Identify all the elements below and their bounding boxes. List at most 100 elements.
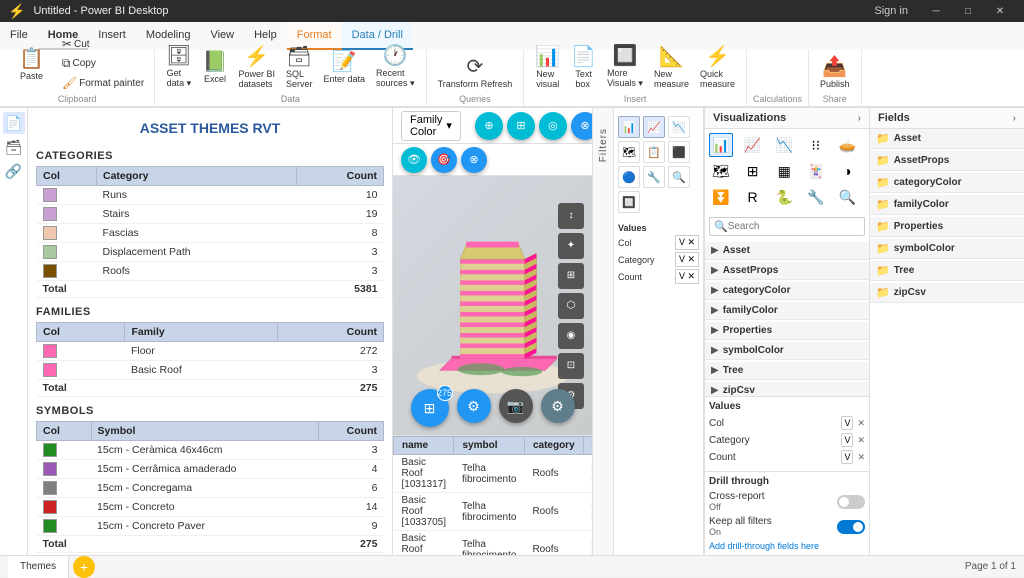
- transform-button[interactable]: ⟳ Transform Refresh: [433, 51, 518, 92]
- powerbi-datasets-button[interactable]: ⚡ Power BIdatasets: [233, 41, 280, 92]
- viz-matrix[interactable]: ▦: [772, 159, 796, 183]
- viz-table[interactable]: ⊞: [741, 159, 765, 183]
- format-painter-button[interactable]: 🖌 Format painter: [58, 74, 148, 92]
- view-eye-button[interactable]: 👁: [401, 147, 427, 173]
- filter-icon-3[interactable]: 📉: [668, 116, 690, 138]
- close-button[interactable]: ✕: [984, 0, 1016, 22]
- enter-data-button[interactable]: 📝 Enter data: [319, 46, 371, 87]
- view-filter2-button[interactable]: ⊗: [461, 147, 487, 173]
- viz-r-visual[interactable]: R: [741, 185, 765, 209]
- side-btn-2[interactable]: ✦: [558, 233, 584, 259]
- themes-tab[interactable]: Themes: [8, 556, 69, 578]
- new-visual-button[interactable]: 📊 Newvisual: [530, 41, 565, 92]
- count-value-dropdown[interactable]: V: [841, 450, 853, 464]
- field-group-zipcsv-header[interactable]: ▶ zipCsv: [705, 382, 869, 396]
- viz-pie[interactable]: 🥧: [835, 133, 859, 157]
- filter-icon-10[interactable]: 🔲: [618, 191, 640, 213]
- fields-tree-header[interactable]: 📁 Tree: [870, 261, 1024, 281]
- category-value-dropdown[interactable]: V: [841, 433, 853, 447]
- publish-button[interactable]: 📤 Publish: [815, 51, 855, 92]
- viz-panel-chevron[interactable]: ›: [858, 113, 861, 124]
- fields-asset-header[interactable]: 📁 Asset: [870, 129, 1024, 149]
- side-btn-3[interactable]: ⊞: [558, 263, 584, 289]
- viz-scatter[interactable]: ⁝⁝: [804, 133, 828, 157]
- text-box-button[interactable]: 📄 Textbox: [566, 41, 601, 92]
- nav-report-icon[interactable]: 📄: [3, 112, 25, 134]
- field-group-familycolor-header[interactable]: ▶ familyColor: [705, 302, 869, 320]
- bottom-camera-button[interactable]: 📷: [499, 389, 533, 423]
- side-btn-4[interactable]: ⬡: [558, 293, 584, 319]
- field-group-symbolcolor-header[interactable]: ▶ symbolColor: [705, 342, 869, 360]
- view-orbit-button[interactable]: ⊕: [475, 112, 503, 140]
- cut-button[interactable]: ✂ Cut: [58, 35, 148, 53]
- paste-button[interactable]: 📋 Paste: [14, 43, 49, 84]
- fields-zipcsv-header[interactable]: 📁 zipCsv: [870, 283, 1024, 303]
- filter-icon-7[interactable]: 🔵: [618, 166, 640, 188]
- filter-icon-9[interactable]: 🔍: [668, 166, 690, 188]
- col-value-remove[interactable]: ✕: [857, 418, 865, 429]
- minimize-button[interactable]: ─: [920, 0, 952, 22]
- count-value-remove[interactable]: ✕: [857, 452, 865, 463]
- add-drill-link[interactable]: Add drill-through fields here: [709, 541, 865, 551]
- view-filter-button[interactable]: ⊗: [571, 112, 592, 140]
- field-group-categorycolor-header[interactable]: ▶ categoryColor: [705, 282, 869, 300]
- category-value-remove[interactable]: ✕: [857, 435, 865, 446]
- field-group-asset-header[interactable]: ▶ Asset: [705, 242, 869, 260]
- excel-button[interactable]: 📗 Excel: [198, 46, 233, 87]
- search-input[interactable]: [728, 221, 860, 232]
- viz-funnel[interactable]: ⏬: [709, 185, 733, 209]
- viz-bar-chart[interactable]: 📊: [709, 133, 733, 157]
- filter-icon-6[interactable]: ⬛: [668, 141, 690, 163]
- sign-in-link[interactable]: Sign in: [874, 5, 908, 17]
- view-pan-button[interactable]: ⊞: [507, 112, 535, 140]
- more-visuals-button[interactable]: 🔲 MoreVisuals ▾: [602, 40, 648, 92]
- side-btn-1[interactable]: ↕: [558, 203, 584, 229]
- viz-area-chart[interactable]: 📉: [772, 133, 796, 157]
- view-target-button[interactable]: 🎯: [431, 147, 457, 173]
- viz-gauge[interactable]: ◑: [835, 159, 859, 183]
- col-value-dropdown[interactable]: V: [841, 416, 853, 430]
- quick-measure-button[interactable]: ⚡ Quickmeasure: [695, 41, 740, 92]
- side-btn-5[interactable]: ◉: [558, 323, 584, 349]
- field-group-assetprops-header[interactable]: ▶ AssetProps: [705, 262, 869, 280]
- fields-symbolcolor-header[interactable]: 📁 symbolColor: [870, 239, 1024, 259]
- copy-button[interactable]: ⧉ Copy: [58, 54, 148, 73]
- keep-filters-toggle[interactable]: [837, 520, 865, 534]
- viz-line-chart[interactable]: 📈: [741, 133, 765, 157]
- fields-familycolor-header[interactable]: 📁 familyColor: [870, 195, 1024, 215]
- filter-icon-5[interactable]: 📋: [643, 141, 665, 163]
- viz-card[interactable]: 🃏: [804, 159, 828, 183]
- maximize-button[interactable]: □: [952, 0, 984, 22]
- nav-data-icon[interactable]: 🗃: [3, 136, 25, 158]
- bottom-filter-button[interactable]: ⚙: [457, 389, 491, 423]
- recent-sources-button[interactable]: 🕐 Recentsources ▾: [371, 40, 420, 92]
- fields-categorycolor-header[interactable]: 📁 categoryColor: [870, 173, 1024, 193]
- view-zoom-button[interactable]: ◎: [539, 112, 567, 140]
- get-data-button[interactable]: 🗄 Getdata ▾: [161, 40, 196, 92]
- viz-py-visual[interactable]: 🐍: [772, 185, 796, 209]
- filter-count-dropdown[interactable]: V ✕: [675, 269, 699, 284]
- cross-report-toggle[interactable]: [837, 495, 865, 509]
- viz-custom-1[interactable]: 🔧: [804, 185, 828, 209]
- fields-properties-header[interactable]: 📁 Properties: [870, 217, 1024, 237]
- fields-assetprops-header[interactable]: 📁 AssetProps: [870, 151, 1024, 171]
- bottom-settings-button[interactable]: ⚙: [541, 389, 575, 423]
- bottom-table-button[interactable]: ⊞ 275: [411, 389, 449, 427]
- fields-panel-chevron[interactable]: ›: [1013, 113, 1016, 124]
- filter-category-dropdown[interactable]: V ✕: [675, 252, 699, 267]
- filter-icon-1[interactable]: 📊: [618, 116, 640, 138]
- filter-icon-8[interactable]: 🔧: [643, 166, 665, 188]
- viz-map[interactable]: 🗺: [709, 159, 733, 183]
- family-color-dropdown[interactable]: Family Color ▾: [401, 111, 461, 141]
- filter-col-dropdown[interactable]: V ✕: [675, 235, 699, 250]
- sql-server-button[interactable]: 🗃 SQLServer: [281, 41, 318, 92]
- field-group-tree-header[interactable]: ▶ Tree: [705, 362, 869, 380]
- side-btn-6[interactable]: ⊡: [558, 353, 584, 379]
- viz-custom-2[interactable]: 🔍: [835, 185, 859, 209]
- nav-model-icon[interactable]: 🔗: [3, 160, 25, 182]
- filter-icon-2[interactable]: 📈: [643, 116, 665, 138]
- filter-icon-4[interactable]: 🗺: [618, 141, 640, 163]
- new-measure-button[interactable]: 📐 Newmeasure: [649, 41, 694, 92]
- field-group-properties-header[interactable]: ▶ Properties: [705, 322, 869, 340]
- add-page-button[interactable]: +: [73, 556, 95, 578]
